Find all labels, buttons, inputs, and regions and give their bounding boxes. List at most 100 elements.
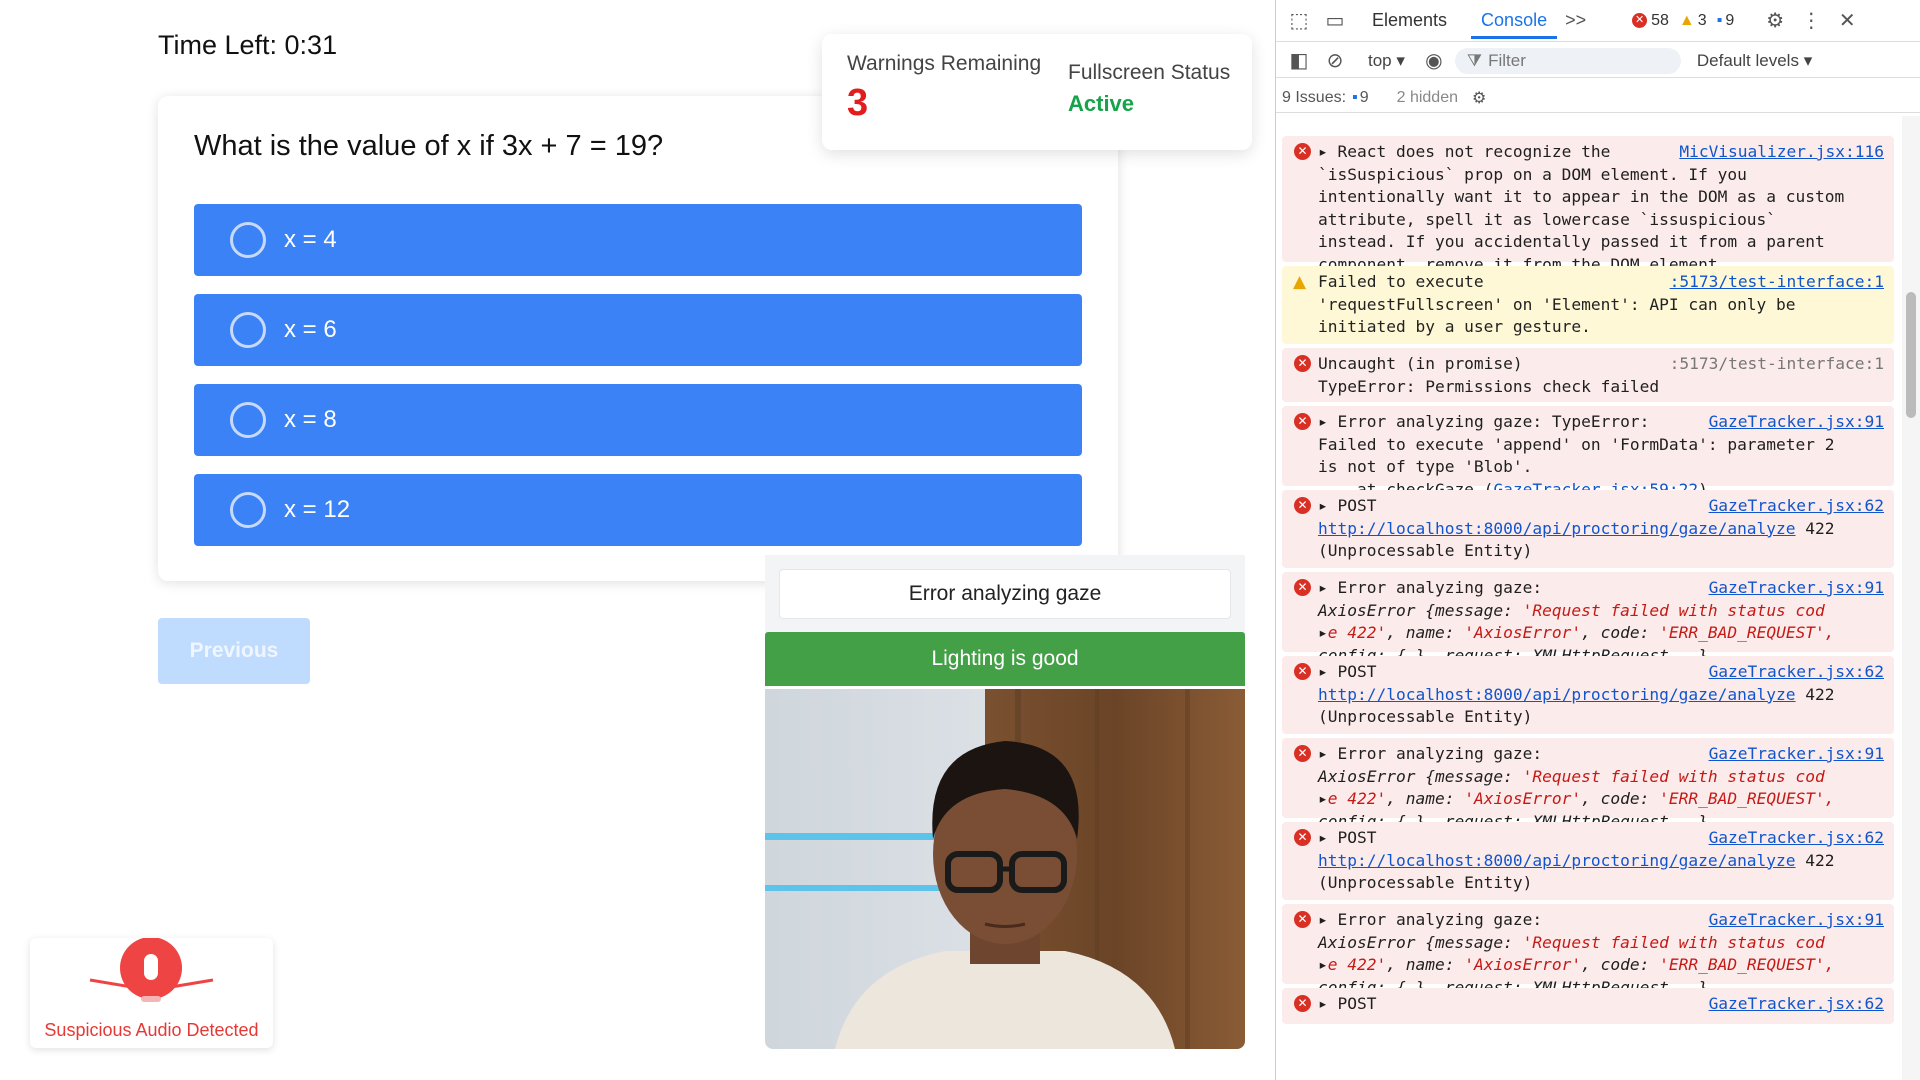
log-string: 'Request failed with status cod (1522, 932, 1825, 952)
expand-arrow-icon[interactable]: ▸ (1318, 910, 1338, 929)
expand-arrow-icon[interactable]: ▸ (1318, 828, 1338, 847)
request-url-link[interactable]: http://localhost:8000/api/proctoring/gaz… (1318, 519, 1796, 538)
expand-arrow-icon[interactable]: ▸ (1318, 412, 1338, 431)
warning-counter[interactable]: ▲ 3 (1679, 12, 1707, 30)
status-code: 422 (1805, 850, 1835, 870)
close-icon[interactable]: ✕ (1834, 8, 1860, 34)
error-count: 58 (1651, 11, 1669, 29)
sidebar-toggle-icon[interactable]: ◧ (1286, 48, 1312, 74)
log-text: , code: (1581, 955, 1660, 974)
log-levels-select[interactable]: Default levels ▾ (1697, 51, 1812, 71)
tab-elements[interactable]: Elements (1362, 2, 1457, 39)
device-toggle-icon[interactable]: ▭ (1322, 8, 1348, 34)
expand-arrow-icon[interactable]: ▸ (1318, 662, 1338, 681)
filter-input[interactable]: ⧩ Filter (1454, 47, 1681, 74)
expand-arrow-icon[interactable]: ▸ (1318, 955, 1328, 974)
expand-arrow-icon[interactable]: ▸ (1318, 789, 1328, 808)
log-message: ▸ Error analyzing gaze: AxiosError {mess… (1318, 909, 1884, 999)
option-2[interactable]: x = 6 (194, 294, 1082, 366)
warning-icon: ▲ (1293, 272, 1307, 292)
issues-settings-icon[interactable]: ⚙ (1472, 88, 1486, 108)
fullscreen-status: Active (1068, 91, 1135, 116)
request-url-link[interactable]: http://localhost:8000/api/proctoring/gaz… (1318, 851, 1796, 870)
log-string: 'AxiosError' (1464, 623, 1582, 642)
option-1[interactable]: x = 4 (194, 204, 1082, 276)
log-text: POST (1337, 994, 1377, 1013)
error-icon: ✕ (1294, 143, 1311, 160)
log-text: Error analyzing gaze: TypeError: Failed … (1318, 412, 1835, 476)
log-string: 'AxiosError' (1464, 789, 1582, 808)
inspect-element-icon[interactable]: ⬚ (1286, 8, 1312, 34)
log-string: 'Request failed with status cod (1522, 766, 1825, 786)
issues-count[interactable]: 9 (1360, 89, 1369, 107)
option-label: x = 12 (284, 496, 351, 523)
question-card: What is the value of x if 3x + 7 = 19? x… (158, 96, 1118, 581)
log-message: ▸ Error analyzing gaze: TypeError: Faile… (1318, 411, 1884, 501)
log-text: , name: (1386, 789, 1465, 808)
log-string: 'ERR_BAD_REQUEST', (1659, 623, 1835, 642)
microphone-alert-icon (89, 937, 214, 1002)
option-label: x = 4 (284, 226, 337, 253)
log-text: , code: (1581, 623, 1660, 642)
context-select[interactable]: top ▾ (1368, 51, 1405, 71)
tab-console[interactable]: Console (1471, 2, 1558, 39)
log-string: e 422' (1327, 789, 1387, 808)
status-code: 422 (1805, 684, 1835, 704)
radio-icon[interactable] (230, 312, 266, 348)
expand-arrow-icon[interactable]: ▸ (1318, 142, 1338, 161)
question-text: What is the value of x if 3x + 7 = 19? (194, 130, 664, 162)
warning-icon: ▲ (1678, 11, 1695, 29)
expand-arrow-icon[interactable]: ▸ (1318, 994, 1338, 1013)
option-label: x = 8 (284, 406, 337, 433)
clear-console-icon[interactable]: ⊘ (1322, 48, 1348, 74)
log-text: Error analyzing gaze: (1337, 578, 1543, 597)
radio-icon[interactable] (230, 492, 266, 528)
more-tabs-icon[interactable]: >> (1565, 10, 1586, 31)
error-icon: ✕ (1294, 579, 1311, 596)
error-icon: ✕ (1294, 355, 1311, 372)
radio-icon[interactable] (230, 222, 266, 258)
previous-button[interactable]: Previous (158, 618, 310, 684)
expand-arrow-icon[interactable]: ▸ (1318, 744, 1338, 763)
webcam-image (765, 689, 1245, 1049)
log-text: Error analyzing gaze: (1337, 744, 1543, 763)
error-icon: ✕ (1294, 413, 1311, 430)
log-text: , code: (1581, 789, 1660, 808)
more-options-icon[interactable]: ⋮ (1798, 8, 1824, 34)
audio-alert: Suspicious Audio Detected (30, 937, 273, 1048)
error-icon: ✕ (1294, 497, 1311, 514)
log-text: POST (1337, 828, 1377, 847)
log-text: (Unprocessable Entity) (1318, 541, 1533, 560)
option-3[interactable]: x = 8 (194, 384, 1082, 456)
gaze-panel: Error analyzing gaze (765, 555, 1245, 635)
expand-arrow-icon[interactable]: ▸ (1318, 496, 1338, 515)
request-url-link[interactable]: http://localhost:8000/api/proctoring/gaz… (1318, 685, 1796, 704)
log-message: ▸ React does not recognize the `isSuspic… (1318, 141, 1884, 276)
warnings-count: 3 (847, 82, 869, 124)
console-scrollbar[interactable] (1902, 116, 1920, 1080)
console-error-entry: ✕ GazeTracker.jsx:91 ▸ Error analyzing gaz… (1282, 738, 1894, 831)
console-error-entry: ✕ GazeTracker.jsx:62 ▸ POST (1282, 988, 1894, 1024)
radio-icon[interactable] (230, 402, 266, 438)
log-string: e 422' (1327, 955, 1387, 974)
info-counter[interactable]: ▪ 9 (1717, 12, 1735, 30)
scrollbar-thumb[interactable] (1906, 292, 1916, 418)
console-error-entry: ✕ GazeTracker.jsx:91 ▸ Error analyzing gaz… (1282, 406, 1894, 499)
log-text: Failed to execute 'requestFullscreen' on… (1318, 272, 1796, 336)
console-error-entry: ✕:5173/test-interface:1 Uncaught (in prom… (1282, 348, 1894, 402)
console-log-list: ✕ MicVisualizer.jsx:116 ▸ React does not r… (1276, 116, 1901, 1080)
expand-arrow-icon[interactable]: ▸ (1318, 623, 1328, 642)
error-counter[interactable]: ✕ 58 (1632, 12, 1669, 30)
settings-gear-icon[interactable]: ⚙ (1762, 8, 1788, 34)
expand-arrow-icon[interactable]: ▸ (1318, 578, 1338, 597)
context-value: top (1368, 50, 1392, 70)
log-message: ▸ Error analyzing gaze: AxiosError {mess… (1318, 577, 1884, 667)
log-text: (Unprocessable Entity) (1318, 873, 1533, 892)
audio-alert-text: Suspicious Audio Detected (44, 1020, 259, 1040)
log-message: ▸ POST http://localhost:8000/api/proctor… (1318, 827, 1884, 895)
issues-message-icon[interactable]: ▪ (1352, 89, 1358, 107)
timer: Time Left: 0:31 (158, 30, 338, 60)
option-4[interactable]: x = 12 (194, 474, 1082, 546)
filter-icon: ⧩ (1466, 50, 1483, 70)
eye-icon[interactable]: ◉ (1421, 48, 1447, 74)
